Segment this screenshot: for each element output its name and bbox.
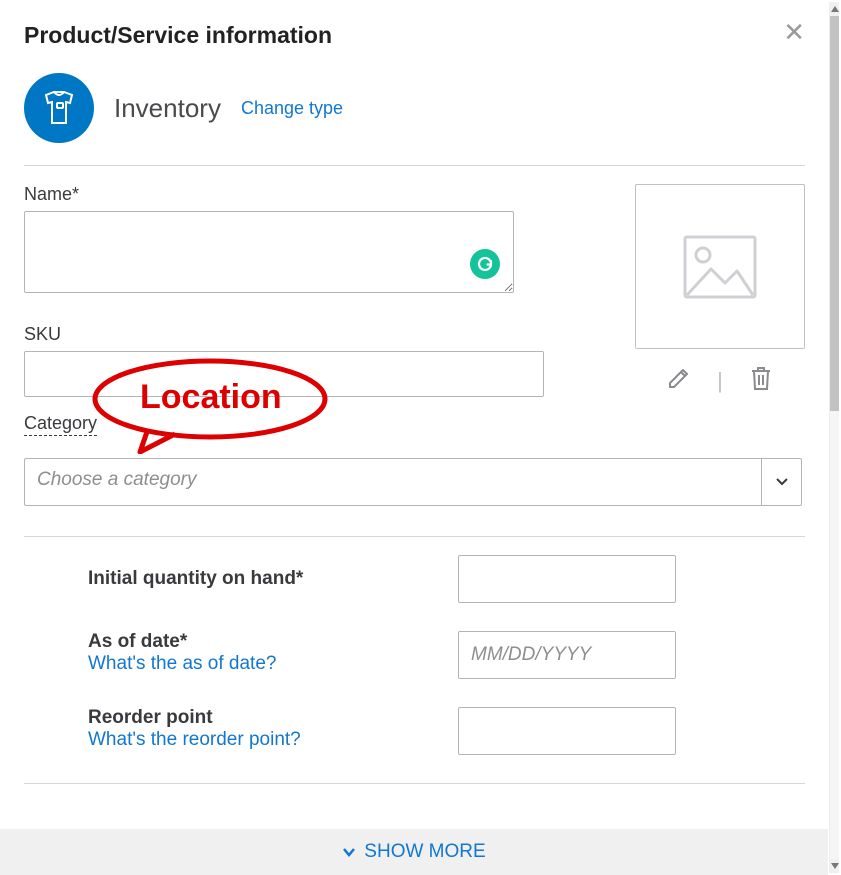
action-divider: | xyxy=(717,368,723,394)
modal-content: Product/Service information ✕ Inventory … xyxy=(0,0,841,829)
page-title: Product/Service information xyxy=(24,22,332,49)
initial-qty-field[interactable] xyxy=(458,555,676,603)
chevron-down-icon xyxy=(761,459,801,505)
initial-qty-label: Initial quantity on hand* xyxy=(88,568,458,590)
inventory-type-icon xyxy=(24,73,94,143)
type-label: Inventory xyxy=(114,93,221,124)
reorder-point-label: Reorder point xyxy=(88,707,458,729)
category-placeholder: Choose a category xyxy=(25,459,761,505)
sku-label: SKU xyxy=(24,324,605,345)
name-label: Name* xyxy=(24,184,605,205)
chevron-down-icon xyxy=(342,847,356,857)
category-label: Category xyxy=(24,413,97,436)
modal-panel: Product/Service information ✕ Inventory … xyxy=(0,0,841,875)
show-more-button[interactable]: SHOW MORE xyxy=(0,829,828,875)
edit-image-icon[interactable] xyxy=(667,366,691,395)
as-of-date-help-link[interactable]: What's the as of date? xyxy=(88,653,458,675)
reorder-point-help-link[interactable]: What's the reorder point? xyxy=(88,729,458,751)
divider xyxy=(24,783,805,784)
show-more-label: SHOW MORE xyxy=(364,841,485,863)
divider xyxy=(24,165,805,166)
category-select[interactable]: Choose a category xyxy=(24,458,802,506)
delete-image-icon[interactable] xyxy=(749,365,773,396)
name-field[interactable] xyxy=(24,211,514,293)
sku-field[interactable] xyxy=(24,351,544,397)
close-icon[interactable]: ✕ xyxy=(783,22,805,42)
as-of-date-field[interactable] xyxy=(458,631,676,679)
divider xyxy=(24,536,805,537)
image-upload-box[interactable] xyxy=(635,184,805,349)
change-type-link[interactable]: Change type xyxy=(241,98,343,119)
scrollbar-thumb[interactable] xyxy=(830,16,839,411)
scroll-down-arrow-icon[interactable] xyxy=(830,859,839,873)
scrollbar[interactable] xyxy=(829,2,839,873)
grammarly-icon[interactable] xyxy=(470,249,500,279)
reorder-point-field[interactable] xyxy=(458,707,676,755)
scroll-up-arrow-icon[interactable] xyxy=(830,2,839,16)
as-of-date-label: As of date* xyxy=(88,631,458,653)
